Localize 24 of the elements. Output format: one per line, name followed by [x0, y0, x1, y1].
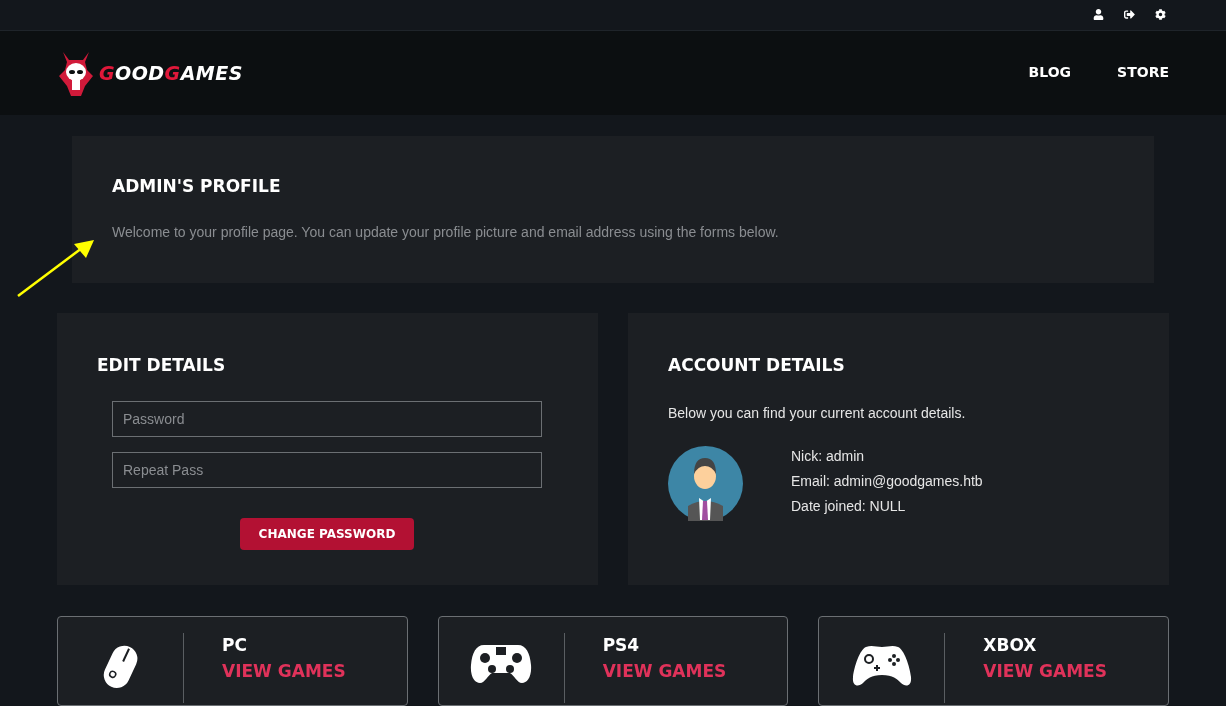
- logout-icon[interactable]: [1124, 9, 1135, 21]
- view-games-link[interactable]: VIEW GAMES: [983, 658, 1107, 684]
- change-password-button[interactable]: CHANGE PASSWORD: [239, 517, 415, 550]
- profile-intro: Welcome to your profile page. You can update your profile picture and email address using the forms below.: [112, 222, 780, 242]
- password-field[interactable]: Repeat Pass: [112, 451, 542, 488]
- account-detail-line: Date joined: NULL: [791, 496, 907, 516]
- platform-name: XBOX: [983, 634, 1038, 657]
- account-detail-line: Nick: admin: [791, 446, 866, 466]
- account-details-title: ACCOUNT DETAILS: [668, 354, 846, 377]
- nav-link[interactable]: STORE: [1117, 62, 1169, 84]
- account-details-intro: Below you can find your current account details.: [668, 403, 967, 423]
- view-games-link[interactable]: VIEW GAMES: [602, 658, 727, 684]
- edit-details-title: EDIT DETAILS: [97, 354, 227, 377]
- settings-icon[interactable]: [1155, 9, 1166, 21]
- platform-name: PS4: [602, 634, 641, 657]
- profile-title: ADMIN'S PROFILE: [112, 175, 282, 198]
- nav-link[interactable]: BLOG: [1028, 62, 1072, 84]
- password-field[interactable]: Password: [112, 400, 542, 437]
- account-detail-line: Email: admin@goodgames.htb: [791, 471, 983, 491]
- user-icon[interactable]: [1093, 9, 1104, 21]
- view-games-link[interactable]: VIEW GAMES: [222, 658, 346, 684]
- platform-name: PC: [222, 634, 248, 657]
- avatar-icon: [668, 445, 743, 521]
- logo-wordmark[interactable]: GOODGAMES: [99, 58, 243, 88]
